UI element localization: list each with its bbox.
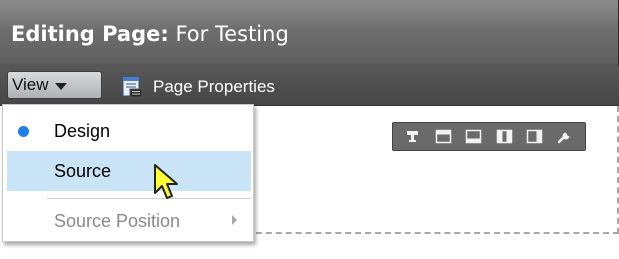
footer-layout-icon[interactable]: [465, 129, 482, 144]
menu-separator: [47, 198, 251, 199]
editor-toolbar: View Page Properties: [0, 66, 619, 106]
selected-bullet-icon: [18, 126, 29, 137]
view-button-label: View: [12, 75, 49, 94]
view-dropdown-menu: Design Source Source Position: [2, 104, 254, 242]
header-layout-icon[interactable]: [435, 129, 452, 144]
layout-toolbar: [392, 122, 586, 151]
menu-item-label: Source Position: [54, 210, 181, 231]
menu-item-label: Design: [54, 120, 111, 141]
menu-item-design[interactable]: Design: [7, 111, 251, 151]
page-properties-button[interactable]: Page Properties: [121, 74, 275, 100]
page-title: Editing Page: For Testing: [11, 22, 289, 46]
menu-item-source-position: Source Position: [7, 201, 251, 241]
sidebar-layout-icon[interactable]: [526, 129, 543, 144]
title-prefix: Editing Page:: [11, 22, 169, 46]
chevron-right-icon: [232, 215, 237, 225]
pin-icon[interactable]: [405, 129, 422, 144]
column-layout-icon[interactable]: [496, 129, 513, 144]
chevron-down-icon: [54, 82, 67, 90]
title-page-name: For Testing: [175, 22, 289, 46]
menu-item-source[interactable]: Source: [7, 151, 251, 191]
menu-item-label: Source: [54, 160, 112, 181]
wrench-icon[interactable]: [556, 129, 573, 144]
page-properties-icon: [121, 76, 143, 98]
editor-title-bar: Editing Page: For Testing: [0, 0, 619, 66]
page-properties-label: Page Properties: [153, 77, 275, 96]
mouse-pointer-icon: [154, 164, 178, 199]
view-menu-button[interactable]: View: [7, 71, 102, 99]
